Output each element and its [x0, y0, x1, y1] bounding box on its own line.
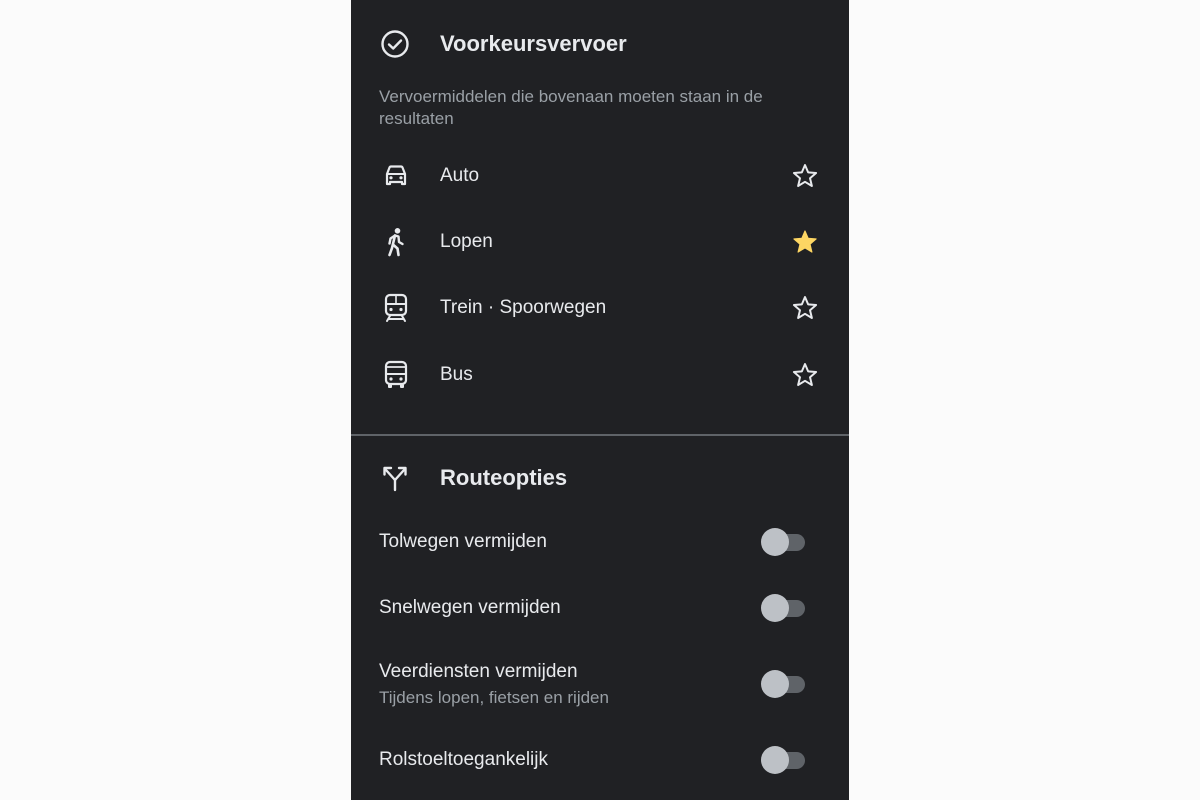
option-row-veerdiensten[interactable]: Veerdiensten vermijden Tijdens lopen, fi…: [351, 656, 849, 714]
star-filled-icon[interactable]: [789, 226, 821, 258]
mode-label-auto: Auto: [440, 165, 480, 186]
train-icon: [379, 291, 413, 325]
toggle-thumb: [761, 746, 789, 774]
settings-panel: Voorkeursvervoer Vervoermiddelen die bov…: [351, 0, 849, 800]
fork-route-icon: [379, 462, 411, 494]
option-label-snelwegen: Snelwegen vermijden: [379, 597, 561, 618]
option-sublabel-veerdiensten: Tijdens lopen, fietsen en rijden: [379, 688, 609, 707]
walk-icon: [379, 225, 413, 259]
option-row-rolstoel[interactable]: Rolstoeltoegankelijk: [351, 738, 849, 784]
preferred-transport-subtitle: Vervoermiddelen die bovenaan moeten staa…: [379, 87, 763, 128]
star-outline-icon[interactable]: [789, 292, 821, 324]
option-label-veerdiensten: Veerdiensten vermijden: [379, 661, 578, 682]
bus-icon: [379, 358, 413, 392]
mode-label-bus: Bus: [440, 364, 473, 385]
preferred-transport-header: Voorkeursvervoer: [351, 24, 849, 64]
mode-label-trein: Trein · Spoorwegen: [440, 297, 607, 318]
toggle-tolwegen[interactable]: [761, 527, 807, 557]
option-label-tolwegen: Tolwegen vermijden: [379, 531, 547, 552]
toggle-veerdiensten[interactable]: [761, 669, 807, 699]
toggle-snelwegen[interactable]: [761, 593, 807, 623]
toggle-thumb: [761, 670, 789, 698]
mode-label-lopen: Lopen: [440, 231, 493, 252]
mode-row-trein[interactable]: Trein · Spoorwegen: [351, 280, 849, 336]
star-outline-icon[interactable]: [789, 160, 821, 192]
mode-row-lopen[interactable]: Lopen: [351, 214, 849, 270]
option-row-tolwegen[interactable]: Tolwegen vermijden: [351, 520, 849, 566]
route-options-header: Routeopties: [351, 458, 849, 498]
toggle-thumb: [761, 594, 789, 622]
section-divider: [351, 434, 849, 436]
option-label-rolstoel: Rolstoeltoegankelijk: [379, 749, 548, 770]
mode-row-auto[interactable]: Auto: [351, 148, 849, 204]
mode-row-bus[interactable]: Bus: [351, 347, 849, 403]
toggle-rolstoel[interactable]: [761, 745, 807, 775]
toggle-thumb: [761, 528, 789, 556]
car-icon: [379, 159, 413, 193]
route-options-title: Routeopties: [440, 465, 568, 490]
check-circle-icon: [379, 28, 411, 60]
star-outline-icon[interactable]: [789, 359, 821, 391]
preferred-transport-title: Voorkeursvervoer: [440, 31, 627, 56]
option-row-snelwegen[interactable]: Snelwegen vermijden: [351, 586, 849, 632]
